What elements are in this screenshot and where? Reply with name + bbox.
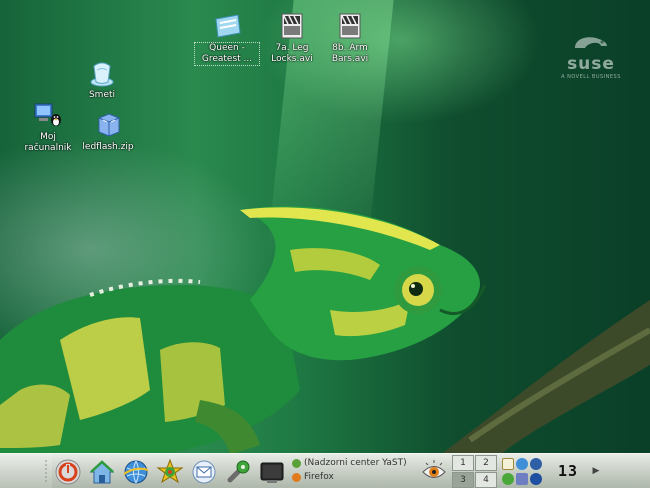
terminal-icon [260, 462, 284, 483]
update-icon[interactable] [502, 473, 514, 485]
task-firefox[interactable]: Firefox [292, 470, 416, 484]
desktop-icon-label: ledflash.zip [82, 142, 134, 152]
task-yast[interactable]: (Nadzorni center YaST) [292, 456, 416, 470]
eye-icon [422, 459, 446, 478]
pager-desktop-1[interactable]: 1 [452, 455, 474, 471]
pager-desktop-2[interactable]: 2 [475, 455, 497, 471]
desktop-icon-label: Queen - Greatest ... [194, 42, 260, 66]
globe-icon[interactable] [530, 458, 542, 470]
taskbar-handle[interactable] [0, 454, 52, 488]
volume-icon[interactable] [516, 473, 528, 485]
desktop-icon-label: Moj računalnik [24, 132, 72, 153]
kde-menu-button[interactable] [52, 456, 84, 487]
logo-word: suse [567, 54, 615, 74]
firefox-icon [292, 472, 301, 482]
desktop-icon-label: 7a. Leg Locks.avi [271, 43, 313, 64]
taskbar: (Nadzorni center YaST) Firefox 1 2 3 4 1… [0, 453, 650, 488]
task-label: Firefox [304, 472, 334, 482]
browser-button[interactable] [120, 456, 152, 487]
browser-icon [123, 460, 149, 483]
system-tray [500, 456, 546, 487]
network-icon[interactable] [516, 458, 528, 470]
archive-icon [98, 113, 120, 137]
chameleon-logo-icon [575, 37, 607, 48]
mail-button[interactable] [188, 456, 220, 487]
pager-desktop-4[interactable]: 4 [475, 472, 497, 488]
pager-desktop-3[interactable]: 3 [452, 472, 474, 488]
desktop-icon-queen[interactable]: Queen - Greatest ... [194, 11, 260, 66]
desktop-icon-my-computer[interactable]: Moj računalnik [16, 100, 80, 154]
task-label: (Nadzorni center YaST) [304, 458, 407, 468]
mail-icon [192, 460, 216, 483]
desktop-icon-ledflash-zip[interactable]: ledflash.zip [76, 110, 140, 153]
home-folder-icon [89, 459, 115, 483]
control-center-button[interactable] [222, 456, 254, 487]
office-button[interactable] [154, 456, 186, 487]
audio-folder-icon [215, 14, 241, 38]
trash-icon [90, 62, 114, 87]
desktop-icon-trash[interactable]: Smeti [70, 58, 134, 101]
taskbar-expand-arrow[interactable]: ▶ [590, 462, 602, 480]
office-icon [156, 458, 184, 483]
chameleon-wallpaper [0, 206, 650, 455]
terminal-button[interactable] [256, 456, 288, 487]
klipper-button[interactable] [418, 456, 450, 487]
video-file-icon [281, 13, 303, 39]
control-center-icon [227, 460, 250, 482]
settings-icon[interactable] [530, 473, 542, 485]
clipboard-icon[interactable] [502, 458, 514, 470]
desktop-pager: 1 2 3 4 [452, 455, 498, 488]
clock[interactable]: 13 08 [547, 457, 589, 485]
desktop-icon-label: 8b. Arm Bars.avi [331, 43, 369, 64]
logo-subtitle: A NOVELL BUSINESS [561, 74, 621, 80]
video-file-icon [339, 13, 361, 39]
task-list: (Nadzorni center YaST) Firefox [292, 456, 416, 487]
suse-logo: suse A NOVELL BUSINESS [556, 34, 626, 80]
kde-menu-icon [55, 459, 81, 484]
desktop-icon-arm-bars[interactable]: 8b. Arm Bars.avi [318, 11, 382, 65]
yast-icon [292, 458, 301, 468]
desktop-icon-leg-locks[interactable]: 7a. Leg Locks.avi [260, 11, 324, 65]
home-button[interactable] [86, 456, 118, 487]
computer-icon [34, 103, 61, 126]
